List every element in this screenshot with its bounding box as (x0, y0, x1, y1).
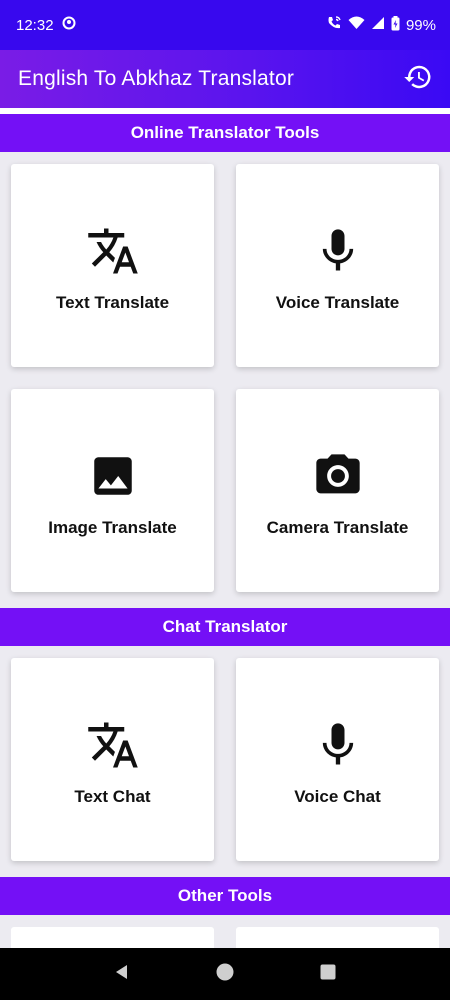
text-translate-card[interactable]: Text Translate (11, 164, 214, 367)
section-header-chat-translator: Chat Translator (0, 608, 450, 646)
card-label: Voice Translate (275, 292, 400, 312)
history-icon (403, 62, 433, 97)
section-header-online-tools: Online Translator Tools (0, 114, 450, 152)
section-title: Chat Translator (162, 617, 288, 636)
image-icon (85, 448, 141, 504)
system-nav-bar (0, 948, 450, 1000)
status-bar: 12:32 99% (0, 0, 450, 50)
home-icon (215, 962, 235, 987)
app-title: English To Abkhaz Translator (18, 67, 295, 90)
section-header-other-tools: Other Tools (0, 877, 450, 915)
mic-icon (310, 717, 366, 773)
card-label: Camera Translate (266, 517, 409, 537)
back-button[interactable] (102, 954, 142, 994)
card-label: Text Chat (74, 786, 151, 806)
camera-translate-card[interactable]: Camera Translate (236, 389, 439, 592)
app-bar: English To Abkhaz Translator (0, 50, 450, 108)
recents-button[interactable] (308, 954, 348, 994)
image-translate-card[interactable]: Image Translate (11, 389, 214, 592)
home-button[interactable] (205, 954, 245, 994)
battery-percentage: 99% (405, 16, 436, 34)
translate-icon (85, 717, 141, 773)
voice-translate-card[interactable]: Voice Translate (236, 164, 439, 367)
section-title: Other Tools (177, 886, 273, 905)
wifi-icon (348, 16, 365, 34)
cellular-signal-icon (371, 16, 385, 34)
notification-circle-icon (62, 16, 76, 34)
mic-icon (310, 223, 366, 279)
translate-icon (85, 223, 141, 279)
battery-icon (391, 15, 400, 35)
history-button[interactable] (400, 61, 436, 97)
card-label: Text Translate (55, 292, 170, 312)
section-title: Online Translator Tools (130, 123, 320, 142)
wifi-calling-icon (326, 15, 342, 35)
camera-icon (310, 448, 366, 504)
text-chat-card[interactable]: Text Chat (11, 658, 214, 861)
card-label: Image Translate (48, 517, 177, 537)
voice-chat-card[interactable]: Voice Chat (236, 658, 439, 861)
status-time: 12:32 (16, 16, 54, 34)
back-icon (112, 962, 132, 987)
recents-icon (319, 963, 337, 986)
card-label: Voice Chat (294, 786, 381, 806)
